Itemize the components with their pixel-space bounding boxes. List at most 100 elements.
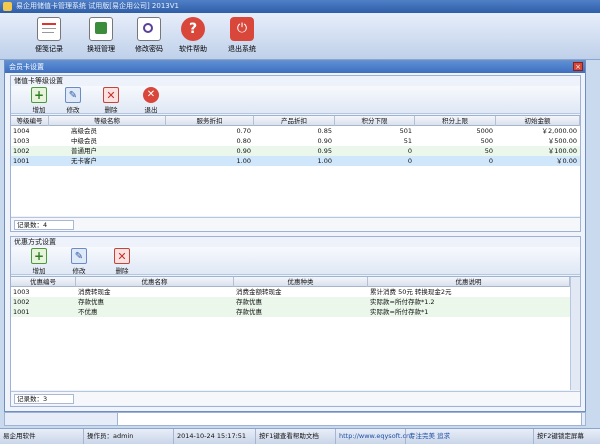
col-points-min[interactable]: 积分下限 (335, 116, 415, 126)
table-row[interactable]: 1003 消费转现金 消费金额转现金 累计消费 50元 转换现金2元 (11, 287, 580, 297)
cell-level-name: 普通用户 (71, 147, 97, 155)
app-icon (3, 2, 12, 11)
table-row[interactable]: 1003 中级会员 0.80 0.90 51 500 ￥500.00 (11, 136, 580, 146)
cell-discount-name: 不优惠 (78, 308, 98, 316)
table-row[interactable]: 1001 不优惠 存款优惠 实际款=所付存款*1 (11, 307, 580, 317)
shift-icon (89, 17, 113, 41)
col-level-id[interactable]: 等级编号 (11, 116, 49, 126)
col-service-discount[interactable]: 服务折扣 (166, 116, 254, 126)
cell-discount-desc: 实际款=所付存款*1 (370, 308, 429, 316)
edit-icon: ✎ (71, 248, 87, 264)
close-button[interactable]: × (573, 62, 583, 71)
edit-icon: ✎ (65, 87, 81, 103)
col-points-max[interactable]: 积分上限 (415, 116, 496, 126)
card-level-record-count: 记录数：4 (14, 220, 74, 230)
notes-button[interactable]: 便笺记录 (24, 17, 74, 57)
member-card-dialog: 会员卡设置 × 储值卡等级设置 + 增加 ✎ 修改 ✕ 删除 ✕ 退出 等级编号… (4, 60, 586, 412)
col-discount-type[interactable]: 优惠种类 (234, 277, 368, 287)
level-add-label: 增加 (32, 106, 46, 114)
main-toolbar: 便笺记录 换班管理 修改密码 ? 软件帮助 ⏻ 退出系统 (0, 13, 600, 60)
cell-level-name: 中级会员 (71, 137, 97, 145)
cell-product-discount: 0.90 (317, 137, 332, 145)
cell-discount-id: 1002 (13, 298, 30, 306)
help-button[interactable]: ? 软件帮助 (168, 17, 218, 57)
add-icon: + (31, 87, 47, 103)
cell-service-discount: 0.90 (236, 147, 251, 155)
col-discount-name[interactable]: 优惠名称 (76, 277, 234, 287)
table-row[interactable]: 1002 普通用户 0.90 0.95 0 50 ￥100.00 (11, 146, 580, 156)
cell-discount-type: 消费金额转现金 (236, 288, 282, 296)
cell-points-max: 50 (484, 147, 493, 155)
cell-level-name: 无卡客户 (71, 157, 97, 165)
card-level-count-bar: 记录数：4 (11, 217, 580, 231)
level-edit-button[interactable]: ✎ 修改 (59, 87, 87, 114)
bottom-strip (4, 412, 586, 426)
cell-points-max: 500 (480, 137, 493, 145)
table-row[interactable]: 1004 高级会员 0.70 0.85 501 5000 ￥2,000.00 (11, 126, 580, 136)
cell-points-max: 0 (488, 157, 493, 165)
cell-points-min: 0 (407, 157, 412, 165)
dialog-title: 会员卡设置 (9, 63, 44, 71)
card-level-table: 等级编号 等级名称 服务折扣 产品折扣 积分下限 积分上限 初始金额 1004 … (11, 115, 580, 216)
discount-method-group: 优惠方式设置 + 增加 ✎ 修改 ✕ 删除 优惠编号 优惠名称 优惠种类 优惠说… (10, 236, 581, 407)
help-button-label: 软件帮助 (179, 45, 207, 53)
status-lock-text: 按F2键锁定屏幕 (537, 432, 584, 440)
table-row[interactable]: 1001 无卡客户 1.00 1.00 0 0 ￥0.00 (11, 156, 580, 166)
col-initial-amount[interactable]: 初始金额 (496, 116, 580, 126)
discount-toolbar: + 增加 ✎ 修改 ✕ 删除 (11, 247, 580, 275)
status-app-name: 易企用软件 (0, 429, 84, 444)
notes-button-label: 便笺记录 (35, 45, 63, 53)
exit-system-button[interactable]: ⏻ 退出系统 (217, 17, 267, 57)
level-delete-label: 删除 (104, 106, 118, 114)
note-icon (37, 17, 61, 41)
discount-edit-button[interactable]: ✎ 修改 (65, 248, 93, 275)
change-password-button-label: 修改密码 (135, 45, 163, 53)
power-icon: ⏻ (230, 17, 254, 41)
cell-points-min: 0 (407, 147, 412, 155)
discount-delete-button[interactable]: ✕ 删除 (108, 248, 136, 275)
cell-level-id: 1001 (13, 157, 30, 165)
level-edit-label: 修改 (66, 106, 80, 114)
col-product-discount[interactable]: 产品折扣 (254, 116, 335, 126)
app-title: 易企用储值卡管理系统 试用版[易企用公司] 2013V1 (16, 2, 179, 10)
status-url[interactable]: http://www.eqysoft.cn/ (336, 429, 412, 444)
cell-product-discount: 0.85 (317, 127, 332, 135)
level-delete-button[interactable]: ✕ 删除 (97, 87, 125, 114)
change-password-button[interactable]: 修改密码 (124, 17, 174, 57)
col-discount-desc[interactable]: 优惠说明 (368, 277, 570, 287)
statusbar: 易企用软件 操作员：admin 2014-10-24 15:17:51 按F1键… (0, 428, 600, 444)
app-titlebar: 易企用储值卡管理系统 试用版[易企用公司] 2013V1 (0, 0, 600, 13)
cell-service-discount: 1.00 (236, 157, 251, 165)
discount-edit-label: 修改 (72, 267, 86, 275)
cell-initial-amount: ￥100.00 (547, 147, 577, 155)
cell-discount-type: 存款优惠 (236, 308, 262, 316)
card-level-group: 储值卡等级设置 + 增加 ✎ 修改 ✕ 删除 ✕ 退出 等级编号 等级名称 服务… (10, 75, 581, 232)
discount-count-bar: 记录数：3 (11, 391, 580, 405)
level-exit-button[interactable]: ✕ 退出 (137, 87, 165, 114)
exit-system-button-label: 退出系统 (228, 45, 256, 53)
cell-points-min: 501 (399, 127, 412, 135)
cell-discount-desc: 实际款=所付存款*1.2 (370, 298, 435, 306)
col-discount-id[interactable]: 优惠编号 (11, 277, 76, 287)
discount-add-button[interactable]: + 增加 (25, 248, 53, 275)
discount-delete-label: 删除 (115, 267, 129, 275)
cell-product-discount: 1.00 (317, 157, 332, 165)
card-level-toolbar: + 增加 ✎ 修改 ✕ 删除 ✕ 退出 (11, 86, 580, 114)
dialog-titlebar: 会员卡设置 × (5, 61, 585, 73)
discount-table: 优惠编号 优惠名称 优惠种类 优惠说明 1003 消费转现金 消费金额转现金 累… (11, 276, 580, 390)
shift-button[interactable]: 换班管理 (76, 17, 126, 57)
cell-level-id: 1003 (13, 137, 30, 145)
level-add-button[interactable]: + 增加 (25, 87, 53, 114)
add-icon: + (31, 248, 47, 264)
discount-group-title: 优惠方式设置 (14, 238, 56, 246)
status-datetime: 2014-10-24 15:17:51 (174, 429, 256, 444)
status-help-text: 按F1键查看帮助文档 (256, 429, 336, 444)
cell-level-name: 高级会员 (71, 127, 97, 135)
discount-record-count: 记录数：3 (14, 394, 74, 404)
col-level-name[interactable]: 等级名称 (49, 116, 166, 126)
cell-product-discount: 0.95 (317, 147, 332, 155)
cell-discount-desc: 累计消费 50元 转换现金2元 (370, 288, 452, 296)
discount-table-scrollbar[interactable] (570, 277, 580, 390)
table-row[interactable]: 1002 存款优惠 存款优惠 实际款=所付存款*1.2 (11, 297, 580, 307)
cell-level-id: 1002 (13, 147, 30, 155)
